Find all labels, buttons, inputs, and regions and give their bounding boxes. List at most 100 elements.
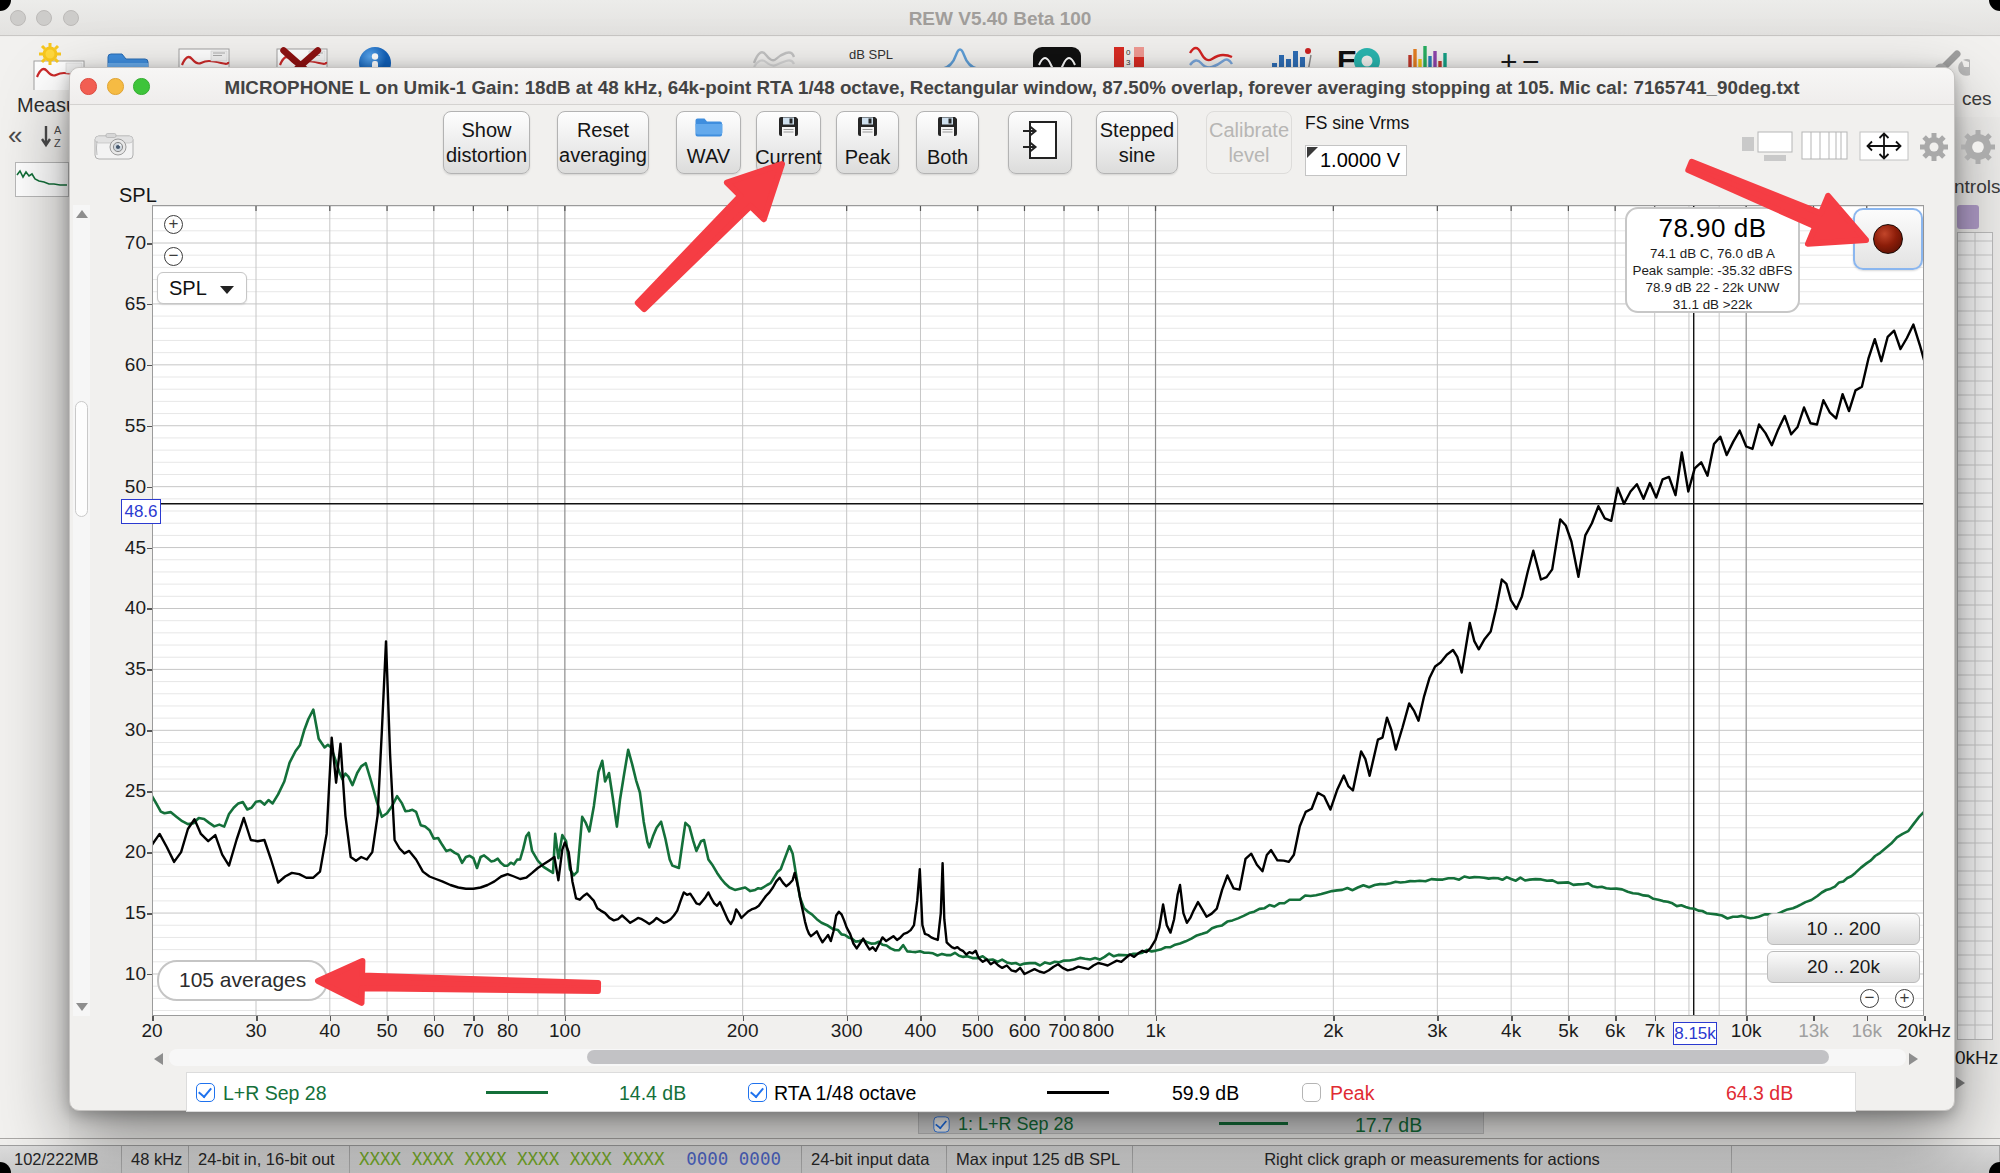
scroll-down-icon[interactable] xyxy=(76,1003,88,1011)
zoom-x-in-button[interactable]: + xyxy=(1895,989,1914,1008)
svg-text:3: 3 xyxy=(1126,58,1131,67)
bg-legend-checkbox[interactable] xyxy=(933,1116,949,1132)
spectrum-plot[interactable] xyxy=(152,205,1924,1016)
rta-settings-gear-icon[interactable] xyxy=(1915,131,1953,167)
x-axis-tick xyxy=(434,1016,436,1021)
status-text: 102/222MB xyxy=(0,1150,98,1168)
reset-averaging-button[interactable]: Reset averaging xyxy=(557,111,649,174)
y-axis-label: 30 xyxy=(106,719,146,741)
current-button[interactable]: Current xyxy=(756,111,821,174)
curve-lr-sep28 xyxy=(152,710,1924,966)
y-axis-label: 65 xyxy=(106,293,146,315)
y-axis-label: 55 xyxy=(106,415,146,437)
range-20-20k-button[interactable]: 20 .. 20k xyxy=(1767,951,1920,983)
x-axis-tick xyxy=(978,1016,980,1021)
x-axis-label: 4k xyxy=(1501,1020,1521,1042)
x-axis-tick xyxy=(330,1016,332,1021)
rta-titlebar[interactable]: MICROPHONE L on Umik-1 Gain: 18dB at 48 … xyxy=(70,68,1954,105)
x-axis-label: 50 xyxy=(376,1020,397,1042)
svg-text:Z: Z xyxy=(54,137,61,149)
svg-text:A: A xyxy=(54,124,62,136)
bg-controls-gear-icon[interactable] xyxy=(1956,126,2000,172)
x-axis-label: 400 xyxy=(905,1020,937,1042)
legend-checkbox-1[interactable] xyxy=(748,1083,767,1102)
sort-icon[interactable]: A Z xyxy=(38,124,66,154)
status-section-3: XXXX XXXX XXXX XXXX XXXX XXXX 0000 0000 xyxy=(350,1146,802,1173)
bg-scrollbar-right-arrow[interactable] xyxy=(1956,1077,1965,1089)
scroll-left-icon[interactable] xyxy=(154,1053,163,1065)
fs-sine-vrms-label: FS sine Vrms xyxy=(1305,113,1409,134)
x-axis-tick xyxy=(743,1016,745,1021)
legend-name-2[interactable]: Peak xyxy=(1330,1082,1374,1105)
y-axis-label: 15 xyxy=(106,902,146,924)
x-axis-label: 700 xyxy=(1048,1020,1080,1042)
status-section-1: 48 kHz xyxy=(122,1146,189,1173)
stepped-sine-button[interactable]: Stepped sine xyxy=(1096,111,1178,174)
x-axis-tick xyxy=(1333,1016,1335,1021)
legend-checkbox-0[interactable] xyxy=(196,1083,215,1102)
x-axis-tick xyxy=(1511,1016,1513,1021)
zoom-x-out-button[interactable]: − xyxy=(1860,989,1879,1008)
x-axis-label: 2k xyxy=(1323,1020,1343,1042)
collapse-panel-icon[interactable]: « xyxy=(8,120,22,151)
x-axis-tick xyxy=(508,1016,510,1021)
legend-name-0[interactable]: L+R Sep 28 xyxy=(223,1082,327,1105)
zoom-y-in-button[interactable]: + xyxy=(164,215,183,234)
svg-text:0: 0 xyxy=(1126,48,1131,57)
scroll-right-icon[interactable] xyxy=(1909,1053,1918,1065)
cursor-db-box: 48.6 xyxy=(121,499,161,524)
vertical-scrollbar-thumb[interactable] xyxy=(75,401,88,517)
x-axis-label: 13k xyxy=(1798,1020,1829,1042)
spl-meter-icon[interactable]: dB SPL xyxy=(845,41,897,62)
calibrate-level-label: Calibrate level xyxy=(1207,118,1291,168)
move-pane-icon[interactable] xyxy=(1859,131,1909,165)
save-both-icon xyxy=(936,115,959,144)
input-route-button[interactable] xyxy=(1008,111,1072,174)
bg-legend-line-sample xyxy=(1219,1122,1288,1125)
spl-readout-line4: 78.9 dB 22 - 22k UNW xyxy=(1627,280,1798,295)
horizontal-scrollbar-thumb[interactable] xyxy=(587,1050,1829,1064)
vertical-scrollbar[interactable] xyxy=(73,205,90,1016)
measurement-thumbnail[interactable] xyxy=(15,162,69,197)
zoom-y-out-button[interactable]: − xyxy=(164,247,183,266)
spl-readout-line2: 74.1 dB C, 76.0 dB A xyxy=(1627,246,1798,261)
show-distortion-label: Show distortion xyxy=(444,118,529,168)
status-section-6: Right click graph or measurements for ac… xyxy=(1133,1146,1732,1173)
legend-value-0: 14.4 dB xyxy=(619,1082,686,1105)
x-axis-tick xyxy=(1024,1016,1026,1021)
status-text: 24-bit in, 16-bit out xyxy=(189,1150,335,1168)
legend-bar: L+R Sep 2814.4 dBRTA 1/48 octave59.9 dBP… xyxy=(186,1072,1856,1112)
save-wav-button[interactable]: WAV xyxy=(676,111,741,174)
bg-legend-value: 17.7 dB xyxy=(1355,1114,1422,1137)
column-layout-icon[interactable] xyxy=(1801,131,1848,164)
freq-meter-view-icon[interactable] xyxy=(1741,131,1793,165)
x-axis-label: 300 xyxy=(831,1020,863,1042)
plot-border xyxy=(153,206,1924,1016)
x-axis-tick xyxy=(152,1016,154,1021)
record-button[interactable] xyxy=(1853,208,1923,270)
spl-mode-dropdown[interactable]: SPL xyxy=(157,272,247,304)
scroll-up-icon[interactable] xyxy=(76,210,88,218)
status-input-bits-blue: 0000 0000 xyxy=(677,1149,781,1169)
both-button[interactable]: Both xyxy=(916,111,979,174)
range-10-200-button[interactable]: 10 .. 200 xyxy=(1767,913,1920,945)
save-peak-icon xyxy=(856,115,879,144)
x-axis-label: 600 xyxy=(1009,1020,1041,1042)
bg-axis-label-fragment: 0kHz xyxy=(1955,1047,1998,1069)
x-axis-label: 30 xyxy=(245,1020,266,1042)
x-axis-label: 200 xyxy=(727,1020,759,1042)
camera-icon[interactable] xyxy=(94,132,134,164)
legend-name-1[interactable]: RTA 1/48 octave xyxy=(774,1082,916,1105)
x-axis-tick xyxy=(920,1016,922,1021)
status-bar: 102/222MB 48 kHz24-bit in, 16-bit out XXXX… xyxy=(0,1145,2000,1173)
calibrate-level-button[interactable]: Calibrate level xyxy=(1206,111,1292,174)
rta-window-title: MICROPHONE L on Umik-1 Gain: 18dB at 48 … xyxy=(70,77,1954,99)
x-axis-label: 10k xyxy=(1731,1020,1762,1042)
stepped-sine-label: Stepped sine xyxy=(1097,118,1177,168)
peak-button[interactable]: Peak xyxy=(836,111,899,174)
x-axis-tick xyxy=(1568,1016,1570,1021)
show-distortion-button[interactable]: Show distortion xyxy=(443,111,530,174)
fs-sine-vrms-field[interactable]: 1.0000 V xyxy=(1305,145,1407,176)
legend-checkbox-2[interactable] xyxy=(1302,1083,1321,1102)
x-axis-tick xyxy=(387,1016,389,1021)
